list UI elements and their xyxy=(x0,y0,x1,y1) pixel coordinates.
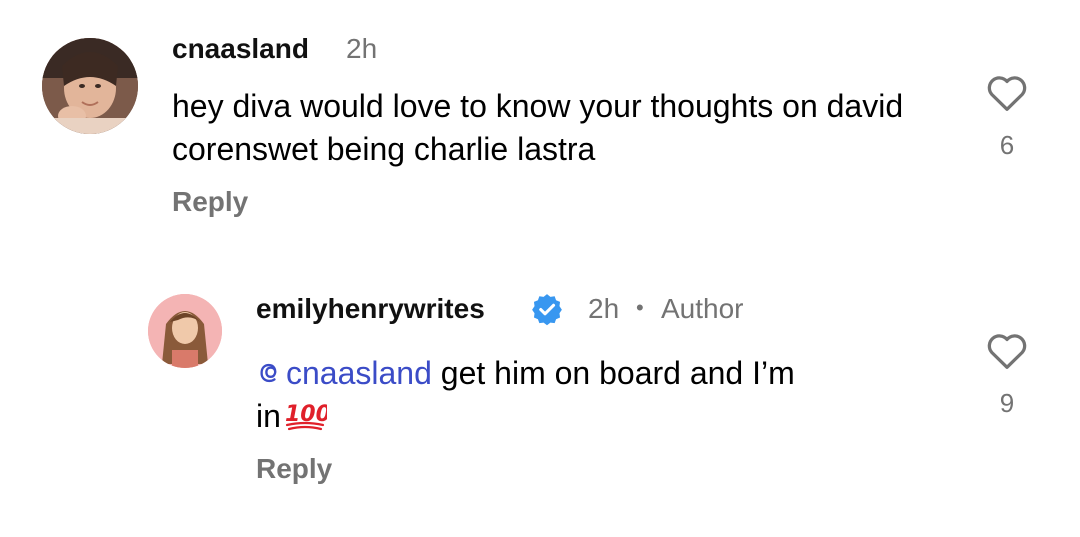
comment-item: cnaasland 2h hey diva would love to know… xyxy=(0,0,1080,240)
avatar-image xyxy=(42,38,138,134)
hundred-points-emoji: 100 xyxy=(285,402,327,431)
comment-timestamp: 2h xyxy=(588,293,620,324)
heart-outline-icon xyxy=(987,76,1027,111)
comment-timestamp: 2h xyxy=(346,33,378,64)
author-badge: Author xyxy=(661,293,744,324)
like-count: 6 xyxy=(999,130,1015,160)
like-count: 9 xyxy=(999,388,1015,418)
mention-link[interactable]: cnaasland xyxy=(256,355,432,391)
comment-text: hey diva would love to know your thought… xyxy=(172,88,904,167)
heart-outline-icon xyxy=(987,334,1027,369)
reply-button[interactable]: Reply xyxy=(256,453,332,485)
comment-username[interactable]: emilyhenrywrites xyxy=(256,293,485,325)
avatar[interactable] xyxy=(42,38,138,134)
comment-text-line1: get him on board and I’m xyxy=(431,355,795,391)
reply-button[interactable]: Reply xyxy=(172,186,248,218)
comment-username[interactable]: cnaasland xyxy=(172,33,309,65)
verified-badge-icon xyxy=(532,294,562,326)
mention-username: cnaasland xyxy=(286,355,432,391)
comment-text: cnaasland get him on board and I’m in 10… xyxy=(256,352,956,438)
reply-comment-item: emilyhenrywrites 2h • Author cnaasland g… xyxy=(0,240,1080,537)
avatar[interactable] xyxy=(148,294,222,368)
threads-at-icon xyxy=(260,363,277,383)
like-button[interactable] xyxy=(985,330,1029,375)
avatar-image xyxy=(148,294,222,368)
like-button[interactable] xyxy=(985,72,1029,117)
meta-separator: • xyxy=(636,295,644,320)
comment-text-line2: in xyxy=(256,398,281,434)
